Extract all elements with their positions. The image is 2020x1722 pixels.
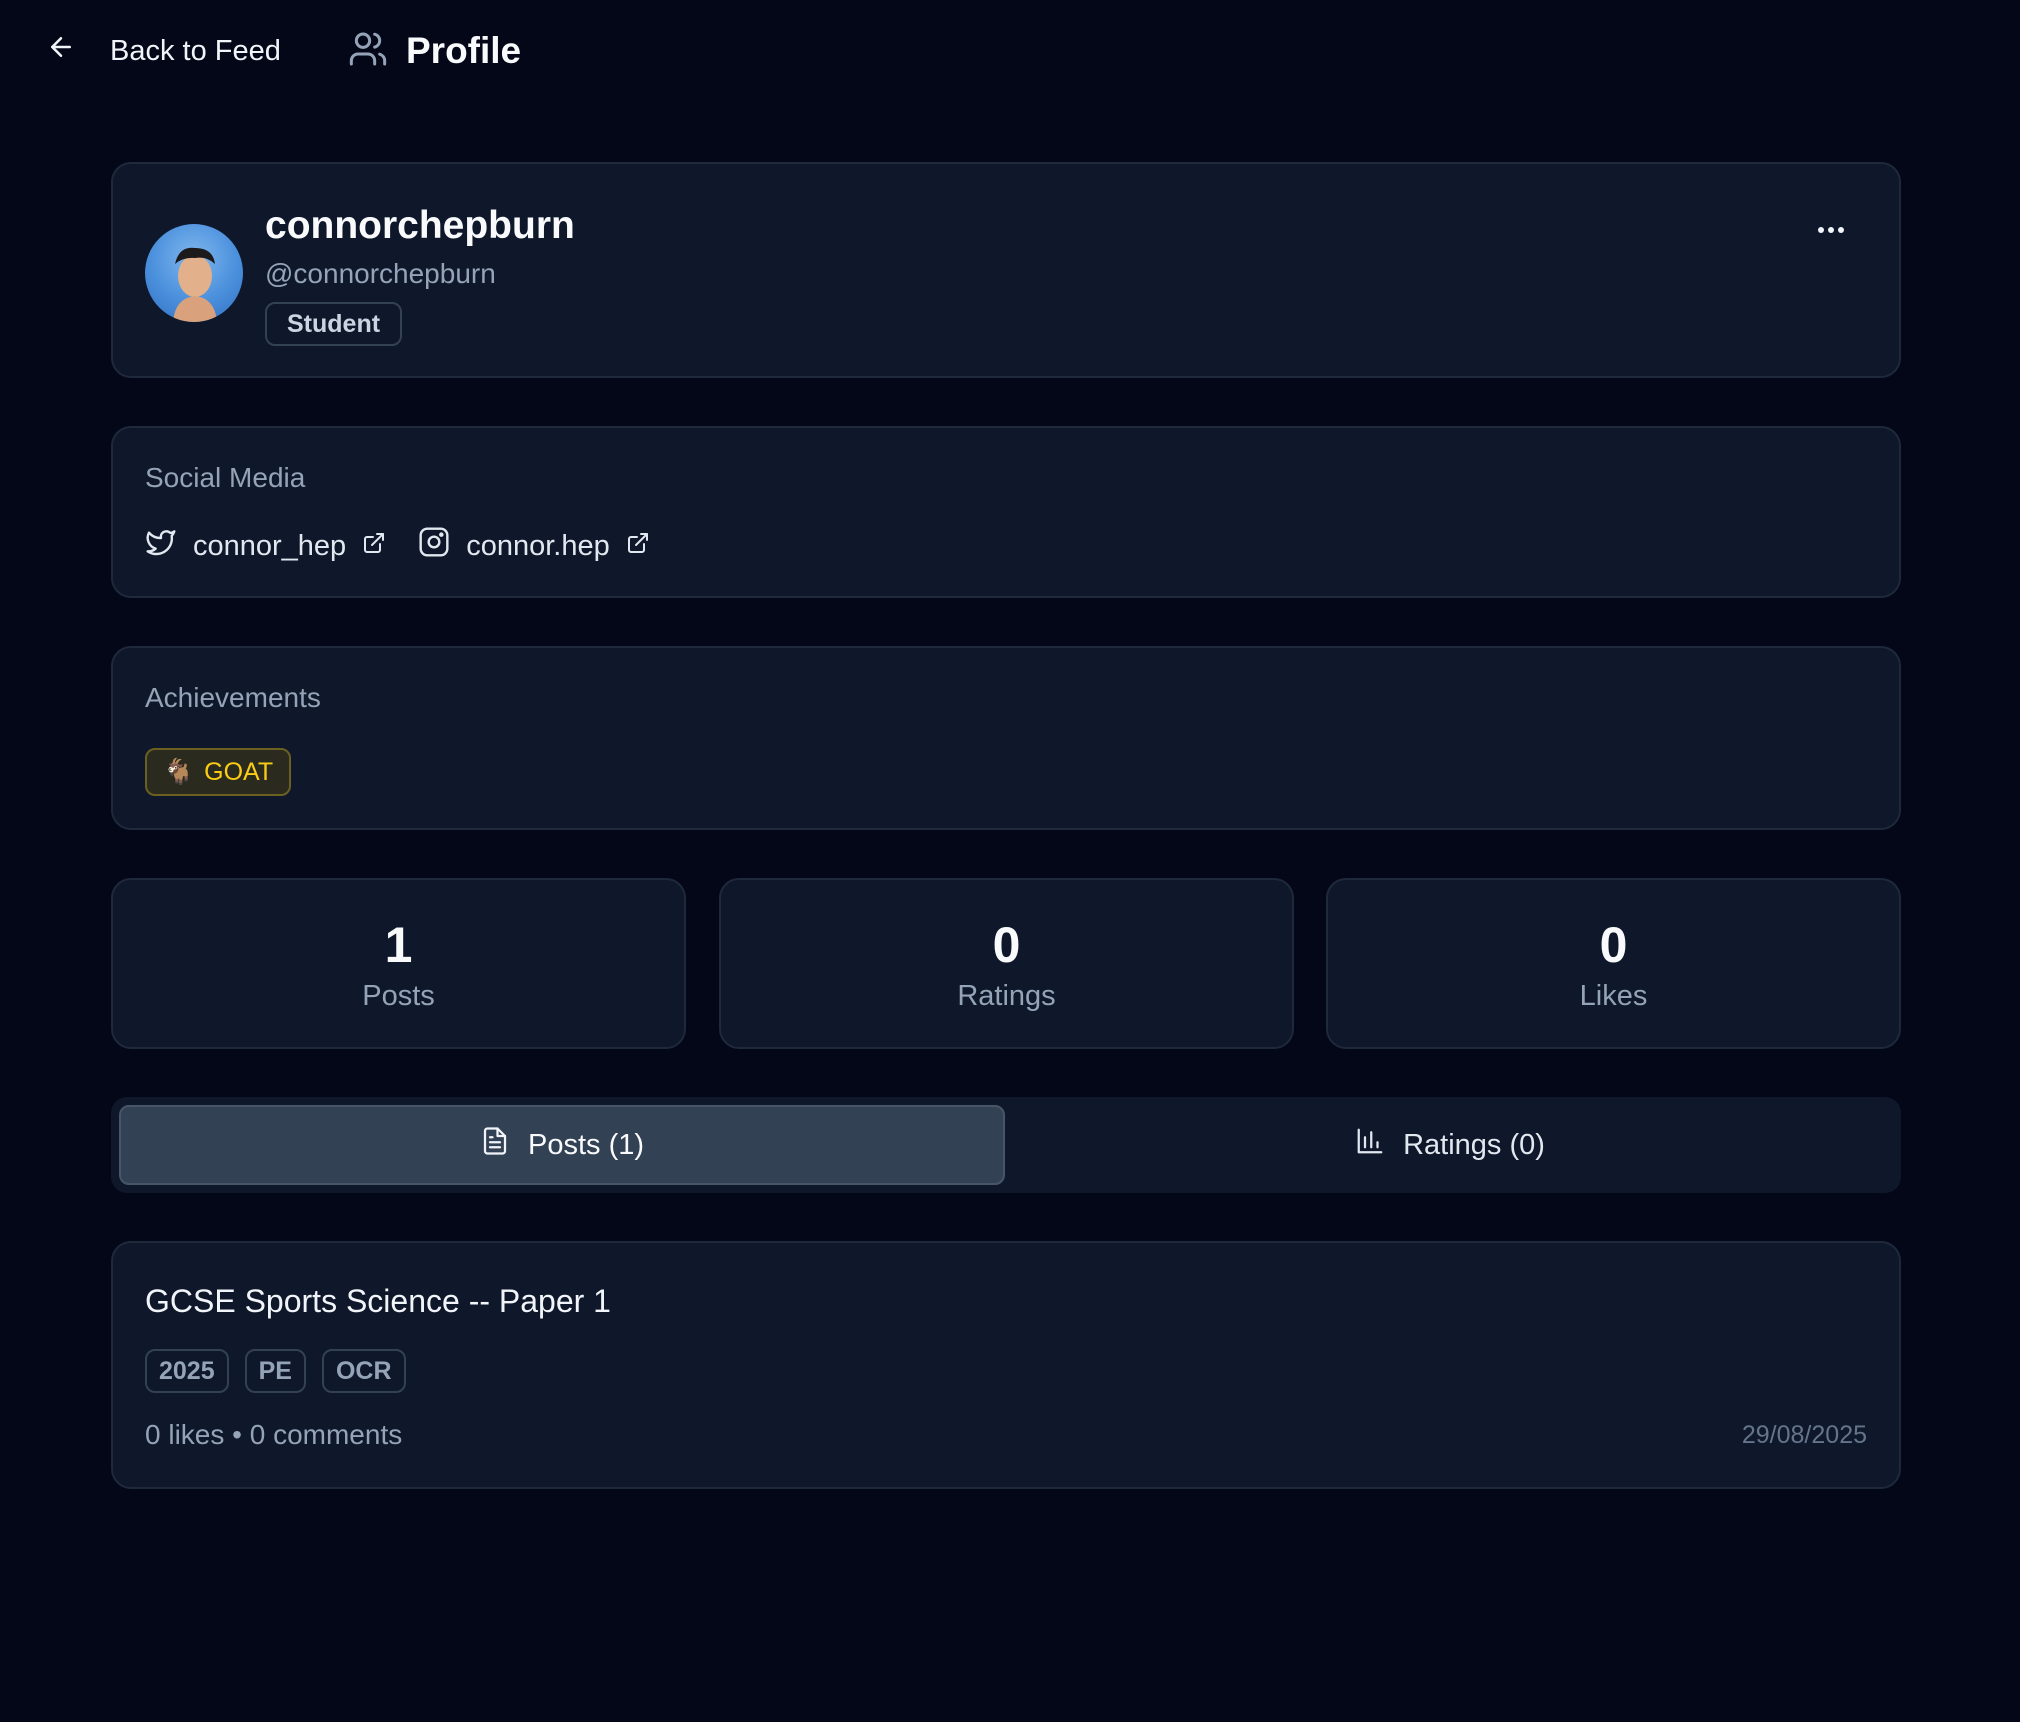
post-title[interactable]: GCSE Sports Science -- Paper 1: [145, 1283, 611, 1320]
document-icon: [480, 1126, 510, 1164]
post-tag: PE: [244, 1349, 306, 1393]
page-title-group: Profile: [348, 24, 521, 78]
page-title: Profile: [406, 30, 522, 71]
more-options-button[interactable]: [1811, 210, 1851, 250]
stat-label: Likes: [1579, 980, 1648, 1012]
tab-posts[interactable]: Posts (1): [119, 1105, 1005, 1185]
achievement-label: GOAT: [204, 757, 274, 786]
post-tag: OCR: [321, 1349, 406, 1393]
instagram-icon: [418, 526, 450, 566]
social-links: connor_hep connor.hep: [145, 524, 682, 568]
post-card[interactable]: GCSE Sports Science -- Paper 1 2025 PE O…: [111, 1241, 1901, 1489]
back-to-feed-label: Back to Feed: [110, 34, 281, 67]
profile-tabs: Posts (1) Ratings (0): [111, 1097, 1901, 1193]
external-link-icon: [626, 530, 650, 563]
post-engagement: 0 likes • 0 comments: [145, 1419, 403, 1450]
avatar: [145, 224, 243, 322]
tab-ratings[interactable]: Ratings (0): [1007, 1105, 1893, 1185]
back-to-feed-link[interactable]: Back to Feed: [46, 26, 281, 76]
role-badge: Student: [265, 302, 403, 346]
stat-ratings: 0 Ratings: [719, 878, 1294, 1049]
instagram-handle: connor.hep: [466, 529, 610, 562]
twitter-handle: connor_hep: [193, 529, 347, 562]
stat-posts: 1 Posts: [111, 878, 686, 1049]
post-date: 29/08/2025: [1741, 1421, 1867, 1449]
tab-posts-label: Posts (1): [527, 1128, 645, 1161]
stat-label: Ratings: [957, 980, 1056, 1012]
profile-card: connorchepburn @connorchepburn Student: [111, 162, 1901, 378]
profile-handle: @connorchepburn: [265, 258, 496, 289]
twitter-icon: [145, 526, 177, 566]
achievement-badge: 🐐 GOAT: [145, 748, 292, 796]
stat-value: 0: [992, 917, 1021, 973]
users-icon: [348, 29, 388, 74]
achievements-card: Achievements 🐐 GOAT: [111, 646, 1901, 830]
stat-value: 1: [384, 917, 413, 973]
achievements-heading: Achievements: [145, 682, 321, 713]
social-link-twitter[interactable]: connor_hep: [145, 526, 386, 566]
goat-icon: 🐐: [163, 757, 195, 786]
ellipsis-icon: [1817, 221, 1845, 239]
external-link-icon: [362, 530, 386, 563]
profile-display-name: connorchepburn: [265, 204, 575, 247]
social-media-heading: Social Media: [145, 462, 306, 493]
post-tag: 2025: [145, 1349, 229, 1393]
top-bar: Back to Feed Profile: [0, 0, 2020, 100]
post-tags: 2025 PE OCR: [145, 1349, 406, 1393]
social-media-card: Social Media connor_hep connor.hep: [111, 426, 1901, 598]
arrow-left-icon: [46, 32, 76, 70]
bar-chart-icon: [1355, 1126, 1385, 1164]
social-link-instagram[interactable]: connor.hep: [418, 526, 650, 566]
stat-value: 0: [1599, 917, 1628, 973]
tab-ratings-label: Ratings (0): [1403, 1128, 1545, 1161]
stat-likes: 0 Likes: [1326, 878, 1901, 1049]
stat-label: Posts: [362, 980, 435, 1012]
